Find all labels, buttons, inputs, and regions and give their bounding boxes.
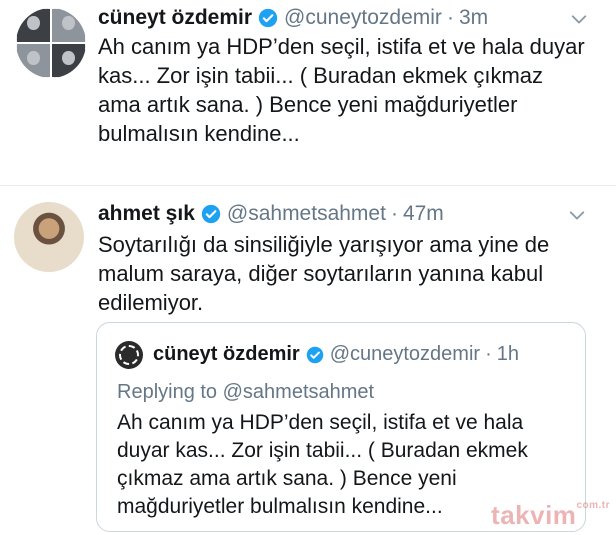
quoted-text-line: mağduriyetler bulmalısın kendine...	[117, 495, 443, 518]
tweet-header: cüneyt özdemir @cuneytozdemir · 3m	[98, 6, 488, 30]
separator-dot: ·	[446, 6, 454, 29]
tweet-text: Ah canım ya HDP’den seçil, istifa et ve …	[98, 32, 585, 148]
author-handle[interactable]: @sahmetsahmet	[227, 202, 386, 226]
tweet-header: ahmet şık @sahmetsahmet · 47m	[98, 202, 444, 226]
quoted-time[interactable]: 1h	[497, 343, 519, 366]
replying-to-prefix: Replying to	[117, 381, 218, 403]
quoted-avatar[interactable]	[115, 341, 143, 369]
author-name[interactable]: ahmet şık	[98, 202, 195, 226]
verified-badge-icon	[201, 204, 221, 224]
quoted-author-handle[interactable]: @cuneytozdemir	[330, 343, 480, 366]
separator-dot: ·	[485, 343, 492, 365]
quoted-author-name[interactable]: cüneyt özdemir	[153, 343, 300, 366]
quoted-header: cüneyt özdemir @cuneytozdemir · 1h	[153, 343, 519, 366]
avatar-cuneyt[interactable]	[16, 8, 86, 78]
tweet-text-line: bulmalısın kendine...	[98, 121, 300, 146]
tweet-time[interactable]: 47m	[403, 202, 444, 226]
watermark-text: takvim	[491, 500, 577, 530]
watermark-suffix: com.tr	[576, 500, 610, 511]
replying-to: Replying to @sahmetsahmet	[117, 381, 374, 404]
verified-badge-icon	[306, 346, 323, 363]
quoted-text-line: duyar kas... Zor işin tabii... ( Buradan…	[117, 439, 528, 462]
tweet-time[interactable]: 3m	[459, 6, 488, 30]
author-name[interactable]: cüneyt özdemir	[98, 6, 252, 30]
chevron-down-icon[interactable]	[570, 10, 588, 28]
separator-dot: ·	[390, 202, 398, 225]
quoted-text: Ah canım ya HDP’den seçil, istifa et ve …	[117, 409, 528, 521]
tweet-text-line: Soytarılığı da sinsiliğiyle yarışıyor am…	[98, 232, 550, 257]
verified-badge-icon	[258, 8, 278, 28]
tweet-text: Soytarılığı da sinsiliğiyle yarışıyor am…	[98, 230, 549, 317]
author-handle[interactable]: @cuneytozdemir	[284, 6, 442, 30]
chevron-down-icon[interactable]	[568, 206, 586, 224]
tweet-text-line: ama artık sana. ) Bence yeni mağduriyetl…	[98, 92, 518, 117]
tweet-text-line: Ah canım ya HDP’den seçil, istifa et ve …	[98, 34, 585, 59]
takvim-watermark: takvimcom.tr	[491, 500, 610, 531]
tweet-text-line: edilemiyor.	[98, 290, 204, 315]
tweet-text-line: malum saraya, diğer soytarıların yanına …	[98, 261, 544, 286]
quoted-text-line: çıkmaz ama artık sana. ) Bence yeni	[117, 467, 457, 490]
quoted-text-line: Ah canım ya HDP’den seçil, istifa et ve …	[117, 411, 524, 434]
tweet-text-line: kas... Zor işin tabii... ( Buradan ekmek…	[98, 63, 544, 88]
replying-to-mention[interactable]: @sahmetsahmet	[223, 381, 374, 403]
tweet-cuneyt: cüneyt özdemir @cuneytozdemir · 3m Ah ca…	[0, 0, 616, 185]
avatar-ahmet[interactable]	[14, 202, 84, 272]
